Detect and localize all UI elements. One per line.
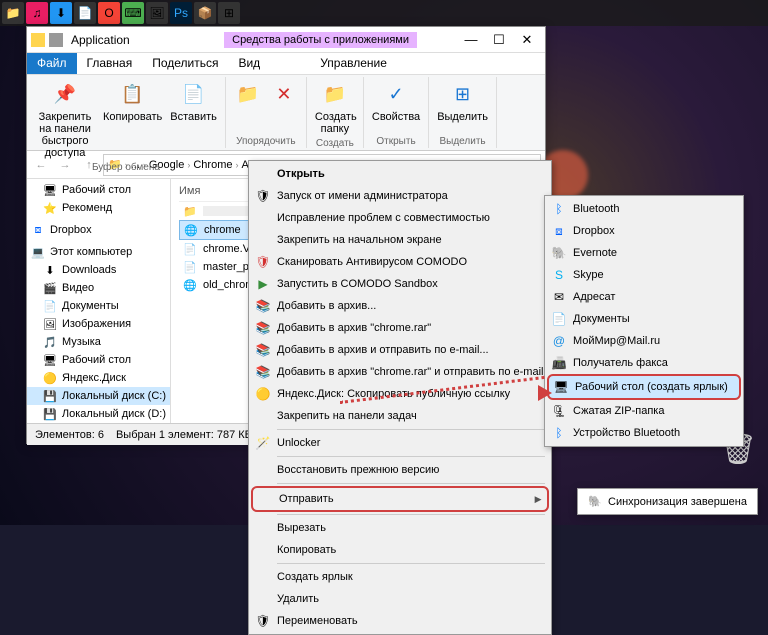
ctx-rename[interactable]: 🛡Переименовать — [251, 610, 549, 632]
ctx-unlocker[interactable]: 🪄Unlocker — [251, 432, 549, 454]
status-selection: Выбран 1 элемент: 787 КБ — [116, 429, 252, 441]
sidebar-images[interactable]: 🖼Изображения — [27, 315, 170, 333]
sidebar-videos[interactable]: 🎬Видео — [27, 279, 170, 297]
sendto-bluetooth[interactable]: ᛒBluetooth — [547, 198, 741, 220]
notification-text: Синхронизация завершена — [608, 496, 747, 508]
ribbon-context-label: Средства работы с приложениями — [224, 32, 417, 48]
group-create: Создать — [316, 137, 354, 150]
sidebar-downloads[interactable]: ⬇Downloads — [27, 261, 170, 279]
select-all-button[interactable]: ⊞Выделить — [435, 79, 490, 125]
sendto-dropbox[interactable]: ⧈Dropbox — [547, 220, 741, 242]
menu-manage[interactable]: Управление — [310, 53, 397, 74]
paste-label: Вставить — [170, 111, 217, 123]
minimize-button[interactable]: — — [457, 30, 485, 50]
new-folder-button[interactable]: 📁Создать папку — [313, 79, 357, 137]
ctx-compat[interactable]: Исправление проблем с совместимостью — [251, 207, 549, 229]
taskbar-app-icon[interactable]: 📁 — [2, 2, 24, 24]
sidebar-music[interactable]: 🎵Музыка — [27, 333, 170, 351]
sendto-documents[interactable]: 📄Документы — [547, 308, 741, 330]
ctx-pin-start[interactable]: Закрепить на начальном экране — [251, 229, 549, 251]
group-open: Открыть — [376, 135, 415, 148]
evernote-icon: 🐘 — [588, 495, 602, 508]
menu-file[interactable]: Файл — [27, 53, 77, 74]
window-title: Application — [71, 33, 184, 47]
status-count: Элементов: 6 — [35, 429, 104, 441]
maximize-button[interactable]: ☐ — [485, 30, 513, 50]
sidebar-documents[interactable]: 📄Документы — [27, 297, 170, 315]
ctx-copy[interactable]: Копировать — [251, 539, 549, 561]
sync-notification[interactable]: 🐘 Синхронизация завершена — [577, 488, 758, 515]
pin-button[interactable]: 📌Закрепить на панели быстрого доступа — [33, 79, 97, 161]
pin-label: Закрепить на панели быстрого доступа — [35, 111, 95, 159]
sendto-desktop-shortcut[interactable]: 🖥Рабочий стол (создать ярлык) — [547, 374, 741, 400]
sendto-evernote[interactable]: 🐘Evernote — [547, 242, 741, 264]
submenu-arrow-icon: ▶ — [535, 494, 542, 505]
group-select: Выделить — [439, 135, 485, 148]
sendto-mailru[interactable]: @МойМир@Mail.ru — [547, 330, 741, 352]
titlebar: Application Средства работы с приложения… — [27, 27, 545, 53]
move-button[interactable]: 📁 — [232, 79, 264, 111]
select-label: Выделить — [437, 111, 488, 123]
ctx-cut[interactable]: Вырезать — [251, 517, 549, 539]
ctx-sandbox[interactable]: ▶Запустить в COMODO Sandbox — [251, 273, 549, 295]
taskbar-app-icon[interactable]: ⌨ — [122, 2, 144, 24]
taskbar-app-icon[interactable]: 🖼 — [146, 2, 168, 24]
close-button[interactable]: ✕ — [513, 30, 541, 50]
sidebar-desktop[interactable]: 🖥Рабочий стол — [27, 181, 170, 199]
taskbar-app-icon[interactable]: Ps — [170, 2, 192, 24]
ctx-run-admin[interactable]: 🛡Запуск от имени администратора — [251, 185, 549, 207]
paste-button[interactable]: 📄Вставить — [168, 79, 219, 125]
menubar: Файл Главная Поделиться Вид Управление — [27, 53, 545, 75]
ctx-pin-taskbar[interactable]: Закрепить на панели задач — [251, 405, 549, 427]
folder-icon — [31, 33, 45, 47]
ctx-restore[interactable]: Восстановить прежнюю версию — [251, 459, 549, 481]
ctx-open[interactable]: Открыть — [251, 163, 549, 185]
properties-button[interactable]: ✓Свойства — [370, 79, 422, 125]
sendto-fax[interactable]: 📠Получатель факса — [547, 352, 741, 374]
taskbar-app-icon[interactable]: 📦 — [194, 2, 216, 24]
copy-button[interactable]: 📋Копировать — [101, 79, 164, 125]
sendto-bt-device[interactable]: ᛒУстройство Bluetooth — [547, 422, 741, 444]
ctx-add-rar-email[interactable]: 📚Добавить в архив "chrome.rar" и отправи… — [251, 361, 549, 383]
taskbar-app-icon[interactable]: ⊞ — [218, 2, 240, 24]
taskbar-app-icon[interactable]: ⬇ — [50, 2, 72, 24]
sidebar-desktop2[interactable]: 🖥Рабочий стол — [27, 351, 170, 369]
sendto-recipient[interactable]: ✉Адресат — [547, 286, 741, 308]
taskbar: 📁 ♫ ⬇ 📄 O ⌨ 🖼 Ps 📦 ⊞ — [0, 0, 768, 26]
sidebar-dropbox[interactable]: ⧈Dropbox — [27, 221, 170, 239]
sidebar: 🖥Рабочий стол ⭐Рекоменд ⧈Dropbox 💻Этот к… — [27, 179, 171, 423]
group-clipboard: Буфер обмена — [92, 161, 160, 174]
sidebar-local-c[interactable]: 💾Локальный диск (C:) — [27, 387, 170, 405]
taskbar-app-icon[interactable]: O — [98, 2, 120, 24]
ctx-delete[interactable]: Удалить — [251, 588, 549, 610]
context-menu-main: Открыть 🛡Запуск от имени администратора … — [248, 160, 552, 635]
group-organize: Упорядочить — [236, 135, 296, 148]
context-menu-sendto: ᛒBluetooth ⧈Dropbox 🐘Evernote SSkype ✉Ад… — [544, 195, 744, 447]
ribbon: 📌Закрепить на панели быстрого доступа 📋К… — [27, 75, 545, 151]
properties-label: Свойства — [372, 111, 420, 123]
sidebar-local-d[interactable]: 💾Локальный диск (D:) — [27, 405, 170, 423]
delete-button[interactable]: ✕ — [268, 79, 300, 111]
sidebar-this-pc[interactable]: 💻Этот компьютер — [27, 243, 170, 261]
ctx-scan-comodo[interactable]: 🛡Сканировать Антивирусом COMODO — [251, 251, 549, 273]
ctx-send-to[interactable]: Отправить▶ — [251, 486, 549, 512]
ctx-add-archive[interactable]: 📚Добавить в архив... — [251, 295, 549, 317]
sidebar-recommend[interactable]: ⭐Рекоменд — [27, 199, 170, 217]
ctx-shortcut[interactable]: Создать ярлык — [251, 566, 549, 588]
ctx-add-rar[interactable]: 📚Добавить в архив "chrome.rar" — [251, 317, 549, 339]
taskbar-app-icon[interactable]: 📄 — [74, 2, 96, 24]
folder-icon — [49, 33, 63, 47]
ctx-add-email[interactable]: 📚Добавить в архив и отправить по e-mail.… — [251, 339, 549, 361]
ctx-yandex[interactable]: 🟡Яндекс.Диск: Скопировать публичную ссыл… — [251, 383, 549, 405]
menu-view[interactable]: Вид — [228, 53, 270, 74]
menu-share[interactable]: Поделиться — [142, 53, 228, 74]
new-folder-label: Создать папку — [315, 111, 355, 135]
sendto-zip[interactable]: 🗜Сжатая ZIP-папка — [547, 400, 741, 422]
sendto-skype[interactable]: SSkype — [547, 264, 741, 286]
copy-label: Копировать — [103, 111, 162, 123]
menu-home[interactable]: Главная — [77, 53, 143, 74]
sidebar-yandex[interactable]: 🟡Яндекс.Диск — [27, 369, 170, 387]
taskbar-app-icon[interactable]: ♫ — [26, 2, 48, 24]
